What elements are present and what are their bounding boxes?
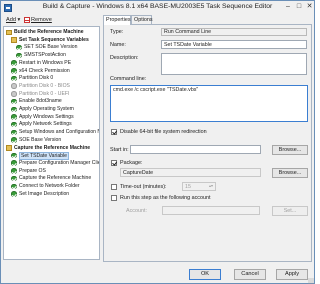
check-icon	[11, 191, 17, 197]
check-icon	[11, 68, 17, 74]
folder-icon	[6, 29, 12, 35]
description-label: Description:	[110, 55, 139, 61]
disabled-step-icon	[11, 91, 17, 97]
folder-icon	[11, 37, 17, 43]
name-field[interactable]: Set TSDate Variable	[161, 40, 307, 49]
folder-icon	[6, 145, 12, 151]
run-as-checkbox[interactable]	[111, 195, 117, 201]
title-bar: Build & Capture - Windows 8.1 x64 BASE-M…	[1, 1, 314, 15]
description-field[interactable]	[161, 53, 307, 75]
tree-item-label: SMSTSPostAction	[24, 52, 66, 59]
run-as-label: Run this step as the following account	[120, 195, 211, 201]
maximize-button[interactable]: □	[294, 2, 304, 12]
check-icon	[11, 152, 17, 159]
chevron-down-icon: ▾	[17, 17, 21, 23]
minimize-button[interactable]: –	[283, 2, 293, 12]
add-label: Add	[6, 17, 16, 23]
package-label: Package:	[120, 160, 143, 166]
toolbar: Add ▾ Remove	[3, 15, 103, 26]
tree-item-label: Partition Disk 0	[19, 75, 54, 82]
account-label: Account:	[126, 208, 147, 214]
tree-item-label: SOE Base Version	[19, 136, 62, 143]
check-icon	[11, 129, 17, 136]
timeout-label: Time-out (minutes):	[120, 184, 167, 190]
account-field[interactable]	[162, 206, 260, 215]
window-title: Build & Capture - Windows 8.1 x64 BASE-M…	[42, 3, 273, 10]
command-line-label: Command line:	[110, 76, 147, 82]
tree-item-label: Capture the Reference Machine	[14, 144, 91, 151]
remove-button[interactable]: Remove	[31, 16, 52, 25]
start-in-label: Start in:	[110, 147, 129, 153]
check-icon	[11, 121, 17, 128]
task-sequence-tree[interactable]: Build the Reference Machine Set Task Sequ…	[3, 26, 100, 260]
check-icon	[11, 75, 17, 82]
disable-redirection-checkbox[interactable]	[111, 129, 117, 135]
task-sequence-editor-window: Build & Capture - Windows 8.1 x64 BASE-M…	[0, 0, 315, 284]
command-line-field[interactable]: cmd.exe /c cscript.exe "TSDate.vbs"	[110, 85, 308, 122]
start-in-browse-button[interactable]: Browse...	[272, 145, 308, 155]
tree-item-label: Partition Disk 0 - UEFI	[19, 90, 70, 97]
close-button[interactable]: ✕	[305, 2, 314, 12]
disable-redirection-label: Disable 64-bit file system redirection	[120, 129, 207, 135]
tree-item-label: Prepare Configuration Manager Clien	[19, 159, 100, 166]
account-set-button[interactable]: Set...	[272, 206, 308, 216]
tree-item-label: Set Image Description	[19, 190, 70, 197]
check-icon	[16, 44, 22, 51]
tree-item-label: SET SOE Base Version	[24, 44, 78, 51]
tree-item-label: Partition Disk 0 - BIOS	[19, 82, 70, 89]
ok-button[interactable]: OK	[189, 269, 221, 280]
package-browse-button[interactable]: Browse...	[272, 168, 308, 178]
tree-item-label: Build the Reference Machine	[14, 29, 84, 35]
check-icon	[11, 60, 17, 66]
tab-properties[interactable]: Properties	[103, 15, 131, 25]
name-label: Name:	[110, 42, 126, 48]
check-icon	[11, 106, 17, 112]
tree-item-label: Connect to Network Folder	[19, 183, 80, 189]
tree-item-label: Setup Windows and Configuration N	[19, 129, 100, 136]
check-icon	[11, 175, 17, 182]
timeout-spinner-icon[interactable]: ▴▾	[209, 183, 213, 188]
tree-item-label: Apply Windows Settings	[19, 113, 74, 120]
remove-label: Remove	[31, 17, 52, 23]
resize-grip-icon[interactable]	[308, 278, 314, 284]
check-icon	[11, 114, 17, 120]
tab-options[interactable]: Options	[131, 15, 153, 24]
tree-item-label: Enable 8dot3name	[19, 98, 62, 105]
tree-item-label: Capture the Reference Machine	[19, 175, 92, 182]
tree-item-label: Restart in Windows PE	[19, 59, 72, 66]
tree-item-label: x64 Check Permission	[19, 67, 70, 74]
tree-item-label: Prepare OS	[19, 167, 46, 174]
check-icon	[11, 98, 17, 105]
cancel-button[interactable]: Cancel	[234, 269, 266, 280]
check-icon	[16, 52, 22, 59]
properties-panel: Type: Run Command Line Name: Set TSDate …	[103, 24, 312, 262]
tree-item-label: Set Task Sequence Variables	[19, 36, 89, 43]
tree-item-label: Apply Network Settings	[19, 121, 72, 128]
check-icon	[11, 183, 17, 189]
package-checkbox[interactable]	[111, 160, 117, 166]
disabled-step-icon	[11, 83, 17, 89]
check-icon	[11, 137, 17, 143]
type-label: Type:	[110, 29, 124, 35]
remove-icon	[24, 17, 30, 23]
start-in-field[interactable]	[130, 145, 261, 154]
tree-item-label: Apply Operating System	[19, 106, 74, 112]
apply-button[interactable]: Apply	[276, 269, 308, 280]
timeout-checkbox[interactable]	[111, 184, 117, 190]
type-value: Run Command Line	[161, 28, 307, 36]
check-icon	[11, 168, 17, 174]
package-field[interactable]: CaptureDate	[120, 168, 261, 177]
check-icon	[11, 160, 17, 166]
add-menu-button[interactable]: Add ▾	[6, 16, 20, 25]
